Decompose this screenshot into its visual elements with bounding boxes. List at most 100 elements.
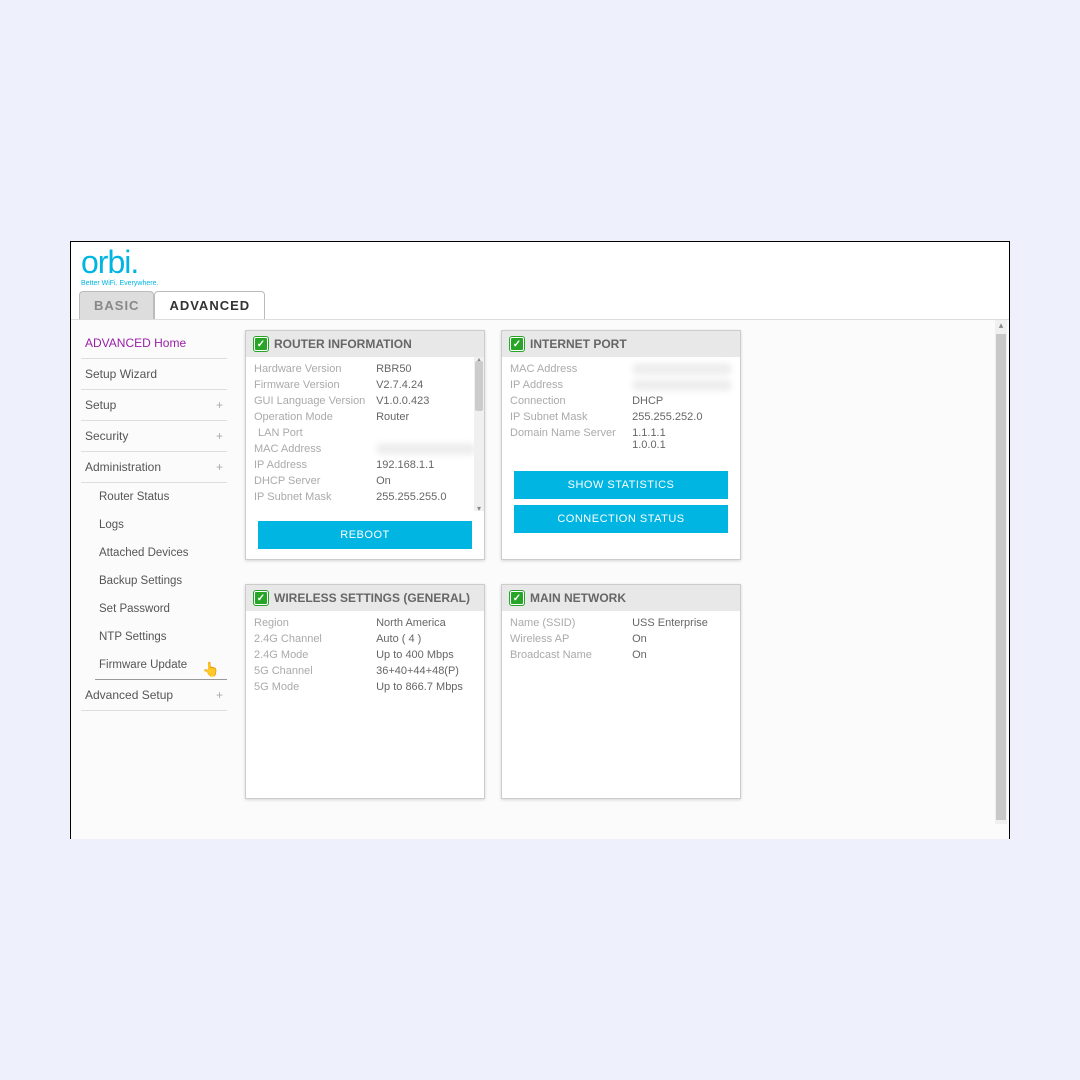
info-row: ConnectionDHCP — [510, 393, 732, 409]
row-label: 2.4G Channel — [254, 633, 376, 645]
row-value — [376, 427, 476, 439]
sidebar-sub-backup-settings[interactable]: Backup Settings — [95, 567, 227, 595]
row-value — [632, 379, 732, 391]
check-icon: ✓ — [510, 591, 524, 605]
row-value: RBR50 — [376, 363, 476, 375]
row-label: IP Address — [510, 379, 632, 391]
info-row: 5G ModeUp to 866.7 Mbps — [254, 679, 476, 695]
row-value — [376, 443, 476, 455]
row-value: On — [376, 475, 476, 487]
info-row: 5G Channel36+40+44+48(P) — [254, 663, 476, 679]
sidebar-item-security[interactable]: Security+ — [81, 421, 227, 452]
panel-title: WIRELESS SETTINGS (GENERAL) — [274, 591, 470, 605]
scroll-thumb[interactable] — [996, 334, 1006, 820]
info-row: RegionNorth America — [254, 615, 476, 631]
row-label: DHCP Server — [254, 475, 376, 487]
tab-basic[interactable]: BASIC — [79, 291, 154, 319]
tab-advanced[interactable]: ADVANCED — [154, 291, 265, 319]
button-wrap: SHOW STATISTICS CONNECTION STATUS — [502, 461, 740, 543]
info-row: IP Subnet Mask255.255.252.0 — [510, 409, 732, 425]
plus-icon: + — [216, 688, 223, 702]
row-value: Up to 866.7 Mbps — [376, 681, 476, 693]
info-row: DHCP ServerOn — [254, 473, 476, 489]
row-value: V1.0.0.423 — [376, 395, 476, 407]
row-label: Name (SSID) — [510, 617, 632, 629]
row-label: MAC Address — [254, 443, 376, 455]
info-row: GUI Language VersionV1.0.0.423 — [254, 393, 476, 409]
panel-body: Name (SSID)USS EnterpriseWireless APOnBr… — [502, 611, 740, 671]
row-label: LAN Port — [254, 427, 376, 439]
check-icon: ✓ — [254, 337, 268, 351]
panel-header: ✓ INTERNET PORT — [502, 331, 740, 357]
sidebar-sub-firmware-update[interactable]: Firmware Update — [95, 651, 227, 680]
panel-header: ✓ ROUTER INFORMATION — [246, 331, 484, 357]
info-row: Firmware VersionV2.7.4.24 — [254, 377, 476, 393]
row-label: Connection — [510, 395, 632, 407]
sidebar-sub-router-status[interactable]: Router Status — [95, 483, 227, 511]
row-value: 192.168.1.1 — [376, 459, 476, 471]
reboot-button[interactable]: REBOOT — [258, 521, 472, 549]
row-label: Domain Name Server — [510, 427, 632, 451]
row-label: 5G Channel — [254, 665, 376, 677]
row-label: Region — [254, 617, 376, 629]
scroll-thumb[interactable] — [475, 361, 483, 411]
sidebar-item-setup[interactable]: Setup+ — [81, 390, 227, 421]
info-row: Name (SSID)USS Enterprise — [510, 615, 732, 631]
row-value: Router — [376, 411, 476, 423]
scroll-up-icon[interactable]: ▴ — [995, 320, 1007, 331]
info-row: LAN Port — [254, 425, 476, 441]
row-label: Wireless AP — [510, 633, 632, 645]
row-label: GUI Language Version — [254, 395, 376, 407]
row-value: North America — [376, 617, 476, 629]
row-value: Auto ( 4 ) — [376, 633, 476, 645]
info-row: Hardware VersionRBR50 — [254, 361, 476, 377]
row-value: Up to 400 Mbps — [376, 649, 476, 661]
content-scrollbar[interactable]: ▴ — [995, 320, 1007, 824]
scroll-down-icon[interactable]: ▾ — [474, 504, 484, 513]
logo-tagline: Better WiFi. Everywhere. — [81, 280, 158, 287]
sidebar-sub-ntp-settings[interactable]: NTP Settings — [95, 623, 227, 651]
row-label: Broadcast Name — [510, 649, 632, 661]
router-admin-window: orbi. Better WiFi. Everywhere. BASIC ADV… — [70, 241, 1010, 839]
row-label: Operation Mode — [254, 411, 376, 423]
info-row: IP Address192.168.1.1 — [254, 457, 476, 473]
panel-main-network: ✓ MAIN NETWORK Name (SSID)USS Enterprise… — [501, 584, 741, 799]
panel-body: RegionNorth America2.4G ChannelAuto ( 4 … — [246, 611, 484, 703]
main-tabs: BASIC ADVANCED — [79, 291, 1001, 319]
panel-router-information: ✓ ROUTER INFORMATION Hardware VersionRBR… — [245, 330, 485, 560]
panel-title: INTERNET PORT — [530, 337, 627, 351]
info-row: 2.4G ChannelAuto ( 4 ) — [254, 631, 476, 647]
sidebar-item-setup-wizard[interactable]: Setup Wizard — [81, 359, 227, 390]
sidebar: ADVANCED Home Setup Wizard Setup+ Securi… — [71, 320, 227, 839]
sidebar-sub-attached-devices[interactable]: Attached Devices — [95, 539, 227, 567]
panel-title: MAIN NETWORK — [530, 591, 626, 605]
sidebar-sub-logs[interactable]: Logs — [95, 511, 227, 539]
show-statistics-button[interactable]: SHOW STATISTICS — [514, 471, 728, 499]
check-icon: ✓ — [510, 337, 524, 351]
orbi-logo: orbi. Better WiFi. Everywhere. — [79, 246, 1001, 289]
panel-body: Hardware VersionRBR50Firmware VersionV2.… — [246, 357, 484, 511]
row-value: 36+40+44+48(P) — [376, 665, 476, 677]
info-row: MAC Address — [254, 441, 476, 457]
row-label: IP Subnet Mask — [254, 491, 376, 503]
connection-status-button[interactable]: CONNECTION STATUS — [514, 505, 728, 533]
row-value: USS Enterprise — [632, 617, 732, 629]
button-wrap: REBOOT — [246, 511, 484, 559]
row-value: DHCP — [632, 395, 732, 407]
sidebar-item-advanced-setup[interactable]: Advanced Setup+ — [81, 680, 227, 711]
right-column: ✓ INTERNET PORT MAC AddressIP AddressCon… — [501, 330, 741, 829]
left-column: ✓ ROUTER INFORMATION Hardware VersionRBR… — [245, 330, 485, 829]
row-value: On — [632, 649, 732, 661]
row-label: Firmware Version — [254, 379, 376, 391]
sidebar-item-advanced-home[interactable]: ADVANCED Home — [81, 328, 227, 359]
panel-header: ✓ MAIN NETWORK — [502, 585, 740, 611]
info-row: Operation ModeRouter — [254, 409, 476, 425]
plus-icon: + — [216, 460, 223, 474]
row-label: 5G Mode — [254, 681, 376, 693]
sidebar-sub-set-password[interactable]: Set Password — [95, 595, 227, 623]
panel-scrollbar[interactable]: ▴ ▾ — [474, 357, 484, 511]
sidebar-item-administration[interactable]: Administration+ — [81, 452, 227, 483]
info-row: IP Subnet Mask255.255.255.0 — [254, 489, 476, 505]
row-value — [632, 363, 732, 375]
plus-icon: + — [216, 429, 223, 443]
